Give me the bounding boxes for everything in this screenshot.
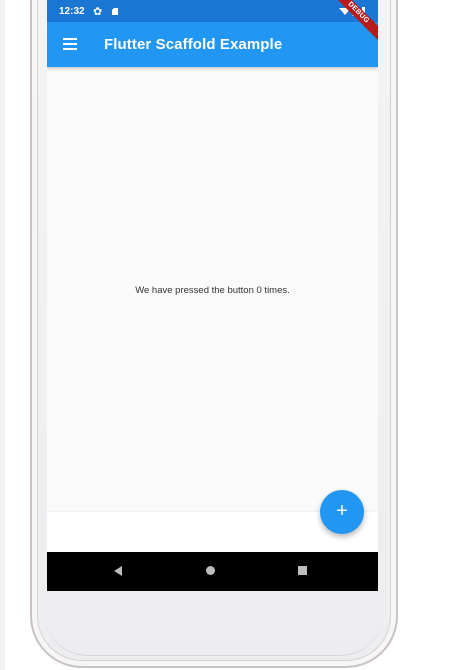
status-bar: 12:32 ✿ (47, 0, 378, 22)
app-bar: Flutter Scaffold Example (47, 22, 378, 67)
phone-chin (44, 585, 384, 656)
sd-card-icon (112, 8, 118, 15)
left-edge-strip (0, 0, 5, 670)
system-navigation-bar (47, 552, 378, 591)
hamburger-menu-icon[interactable] (63, 38, 77, 50)
home-icon[interactable] (206, 566, 215, 575)
recent-apps-icon[interactable] (298, 566, 307, 575)
counter-message: We have pressed the button 0 times. (135, 285, 290, 296)
app-bar-title: Flutter Scaffold Example (104, 36, 283, 53)
add-button[interactable]: + (320, 490, 364, 534)
add-icon: + (336, 500, 348, 522)
back-icon[interactable] (114, 566, 122, 576)
page: 12:32 ✿ Flutter Scaffold Example DEBUG W… (0, 0, 472, 670)
gear-icon: ✿ (93, 6, 103, 18)
status-time: 12:32 (59, 6, 85, 17)
phone-screen: 12:32 ✿ Flutter Scaffold Example DEBUG W… (47, 0, 378, 591)
